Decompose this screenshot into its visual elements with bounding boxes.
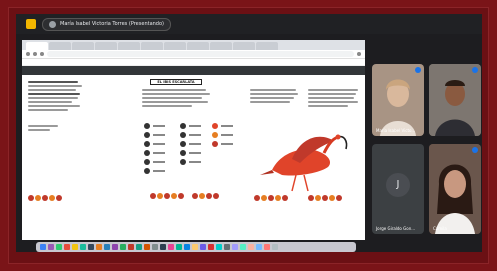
participant-name: María Isabel Victo... xyxy=(376,128,416,133)
participant-tile[interactable] xyxy=(429,64,481,136)
text-column xyxy=(308,89,360,109)
participant-video xyxy=(429,64,481,136)
app-icon[interactable] xyxy=(136,244,142,250)
browser-tab[interactable] xyxy=(49,42,71,50)
icon-row xyxy=(28,195,62,201)
app-icon[interactable] xyxy=(96,244,102,250)
icon-row xyxy=(308,195,342,201)
app-icon[interactable] xyxy=(80,244,86,250)
mic-indicator-icon xyxy=(415,67,421,73)
legend-list xyxy=(180,123,201,168)
bookmarks-bar xyxy=(22,59,365,66)
pdf-toolbar xyxy=(22,66,365,75)
app-icon[interactable] xyxy=(112,244,118,250)
presenter-label: María Isabel Victoria Torres (Presentand… xyxy=(60,21,164,27)
app-icon[interactable] xyxy=(48,244,54,250)
browser-tab[interactable] xyxy=(26,42,48,50)
presenter-avatar xyxy=(49,20,56,28)
browser-tab[interactable] xyxy=(141,42,163,50)
icon-row xyxy=(150,193,184,199)
app-icon[interactable] xyxy=(184,244,190,250)
address-bar-row xyxy=(22,50,365,59)
browser-tab[interactable] xyxy=(164,42,186,50)
finder-icon[interactable] xyxy=(40,244,46,250)
browser-tab[interactable] xyxy=(210,42,232,50)
icon-row xyxy=(254,195,288,201)
dock xyxy=(36,242,356,252)
app-icon[interactable] xyxy=(152,244,158,250)
app-icon[interactable] xyxy=(200,244,206,250)
document-title: EL IBIS ESCARLATA xyxy=(150,79,202,85)
participant-name: Jorge Giraldo Gon... xyxy=(376,226,416,231)
presenter-chip[interactable]: María Isabel Victoria Torres (Presentand… xyxy=(42,17,171,31)
app-icon[interactable] xyxy=(256,244,262,250)
icon-row xyxy=(192,193,219,199)
app-icon[interactable] xyxy=(120,244,126,250)
app-icon[interactable] xyxy=(176,244,182,250)
app-icon[interactable] xyxy=(56,244,62,250)
app-icon[interactable] xyxy=(128,244,134,250)
app-icon[interactable] xyxy=(168,244,174,250)
participant-name: Camila xyxy=(433,226,447,231)
pdf-page: EL IBIS ESCARLATA xyxy=(22,75,365,240)
browser-tab[interactable] xyxy=(118,42,140,50)
browser-tab[interactable] xyxy=(187,42,209,50)
extensions-icon[interactable] xyxy=(357,52,361,56)
participant-tile[interactable]: María Isabel Victo... xyxy=(372,64,424,136)
mic-indicator-icon xyxy=(472,67,478,73)
monitor-display: María Isabel Victoria Torres (Presentand… xyxy=(16,14,482,252)
browser-tab[interactable] xyxy=(256,42,278,50)
app-icon[interactable] xyxy=(232,244,238,250)
app-icon[interactable] xyxy=(208,244,214,250)
scarlet-ibis-illustration xyxy=(260,134,348,192)
app-icon[interactable] xyxy=(248,244,254,250)
participant-avatar: J xyxy=(386,172,410,197)
legend-list xyxy=(144,123,165,177)
app-icon[interactable] xyxy=(216,244,222,250)
forward-icon[interactable] xyxy=(33,52,37,56)
app-icon[interactable] xyxy=(144,244,150,250)
app-icon[interactable] xyxy=(192,244,198,250)
shared-screen: EL IBIS ESCARLATA xyxy=(22,40,365,240)
participant-tile[interactable]: J Jorge Giraldo Gon... xyxy=(372,144,424,234)
browser-tab[interactable] xyxy=(233,42,255,50)
url-input[interactable] xyxy=(47,51,354,57)
browser-tab[interactable] xyxy=(72,42,94,50)
meeting-top-bar: María Isabel Victoria Torres (Presentand… xyxy=(16,14,482,34)
text-column xyxy=(250,89,300,105)
browser-tab[interactable] xyxy=(95,42,117,50)
app-icon[interactable] xyxy=(224,244,230,250)
app-icon[interactable] xyxy=(104,244,110,250)
app-icon[interactable] xyxy=(264,244,270,250)
participant-tile[interactable]: Camila xyxy=(429,144,481,234)
meet-app-icon xyxy=(26,19,36,29)
participant-video xyxy=(380,79,416,136)
browser-tab-strip xyxy=(22,40,365,50)
app-icon[interactable] xyxy=(240,244,246,250)
text-column xyxy=(142,89,212,109)
app-icon[interactable] xyxy=(88,244,94,250)
legend-list xyxy=(212,123,233,150)
participant-video xyxy=(429,144,481,234)
app-icon[interactable] xyxy=(64,244,70,250)
reload-icon[interactable] xyxy=(40,52,44,56)
app-icon[interactable] xyxy=(160,244,166,250)
text-column xyxy=(28,81,84,133)
app-icon[interactable] xyxy=(72,244,78,250)
trash-icon[interactable] xyxy=(272,244,278,250)
mic-indicator-icon xyxy=(472,147,478,153)
back-icon[interactable] xyxy=(26,52,30,56)
